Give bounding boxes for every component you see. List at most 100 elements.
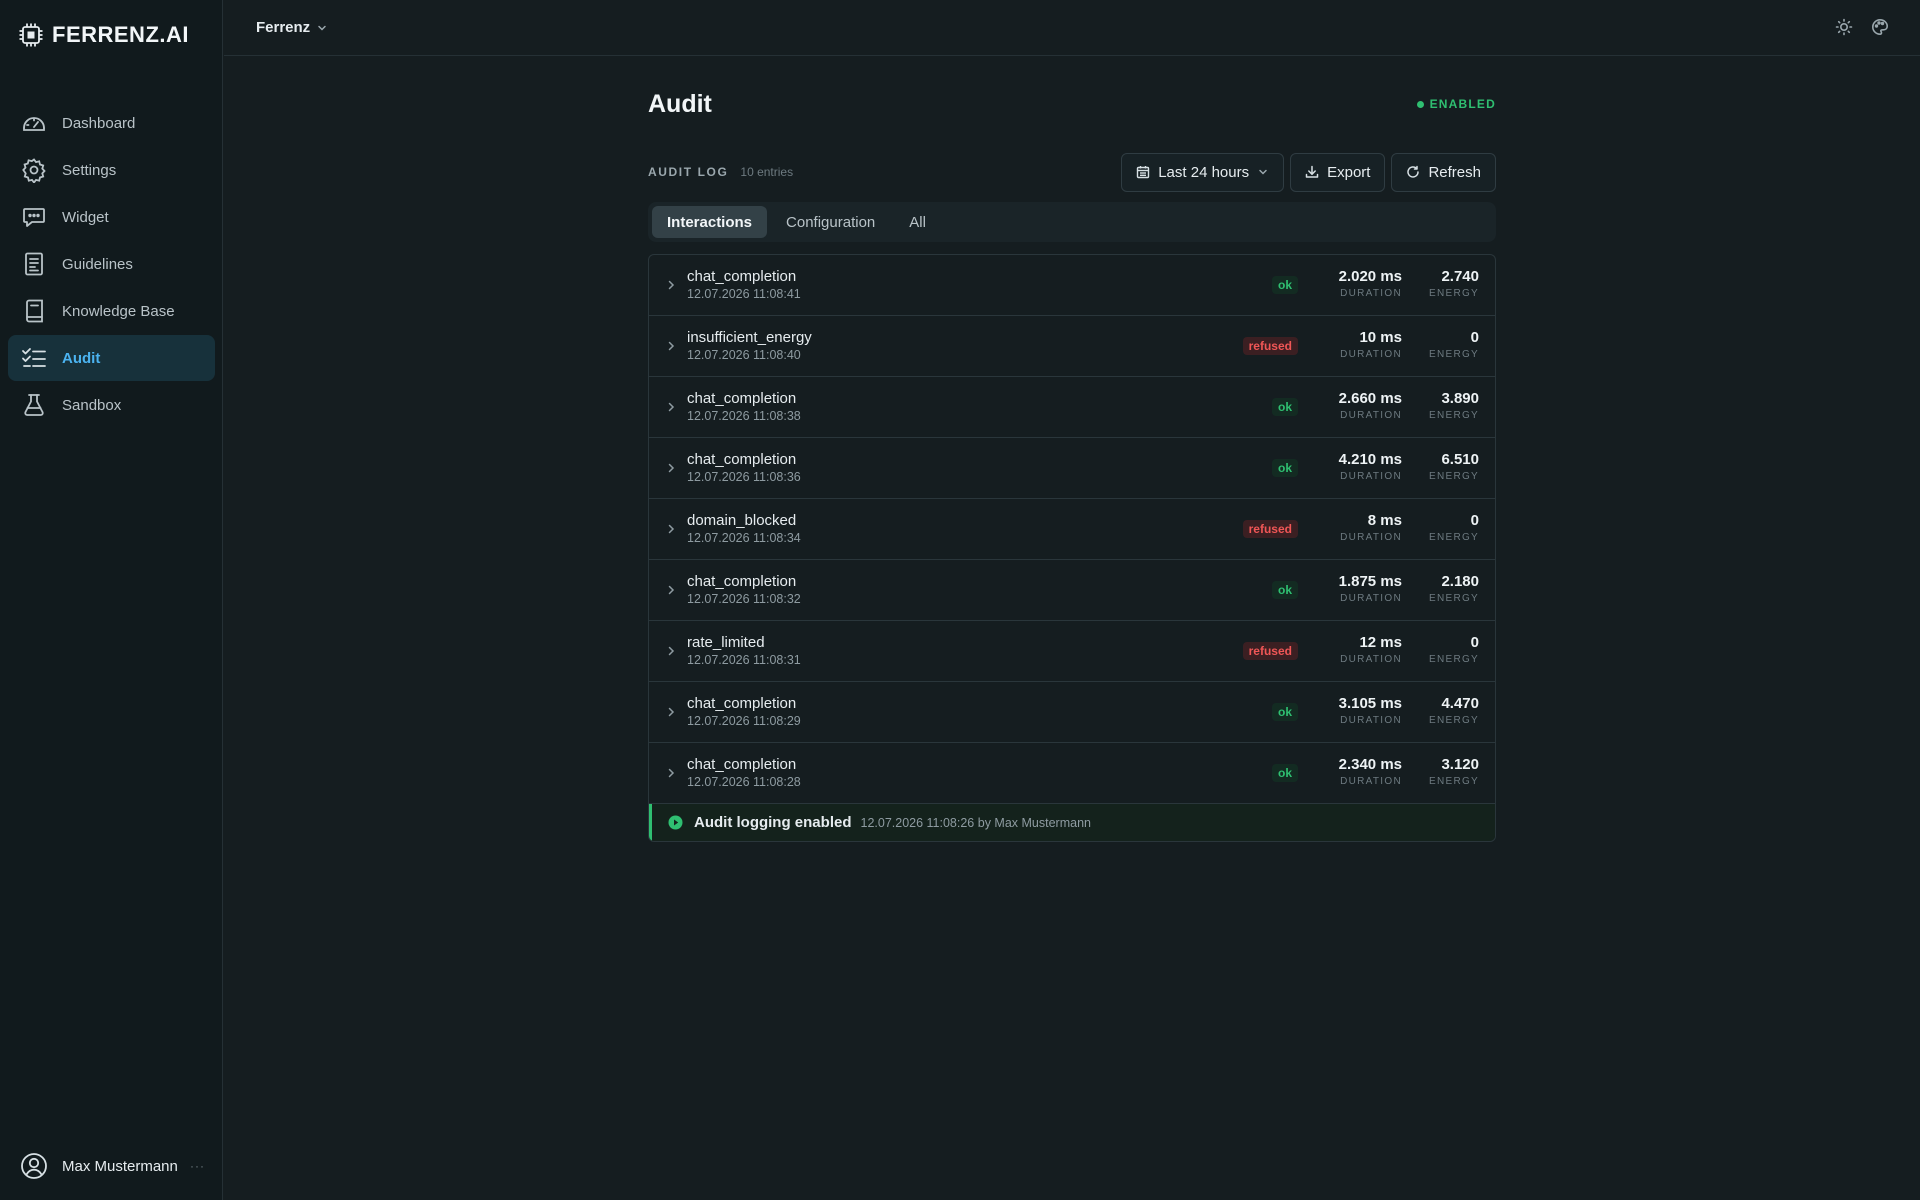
event-timestamp: 12.07.2026 11:08:40 [687,348,801,362]
palette-icon[interactable] [1870,17,1890,37]
energy-label: ENERGY [1429,776,1480,787]
log-tabs: Interactions Configuration All [648,202,1496,242]
status-badge: refused [1242,642,1298,660]
event-name: chat_completion [687,451,797,468]
duration-metric: 8 ms DURATION [1332,512,1402,546]
sidebar-item-widget[interactable]: Widget [8,194,215,240]
main-content: Audit ENABLED AUDIT LOG 10 entries Last … [648,88,1496,842]
energy-value: 2.740 [1441,268,1479,285]
status-badge: refused [1242,337,1298,355]
checklist-icon [20,344,48,372]
energy-label: ENERGY [1429,593,1480,604]
page-title: Audit [648,89,712,118]
chevron-down-icon [318,25,326,31]
chip-logo-icon [19,23,43,47]
event-name: rate_limited [687,634,765,651]
chevron-right-icon[interactable] [663,460,679,476]
chat-bubble-icon [20,203,48,231]
duration-label: DURATION [1340,532,1402,543]
sidebar-item-label: Knowledge Base [62,302,175,320]
tab-all[interactable]: All [894,206,941,238]
chevron-right-icon[interactable] [663,765,679,781]
entry-info: domain_blocked 12.07.2026 11:08:34 [687,512,1243,546]
table-row[interactable]: rate_limited 12.07.2026 11:08:31 refused 12… [649,621,1495,682]
status-badge: ok [1271,703,1298,721]
energy-value: 0 [1470,329,1479,346]
duration-label: DURATION [1340,593,1402,604]
chevron-right-icon[interactable] [663,338,679,354]
sun-icon[interactable] [1834,17,1854,37]
user-menu[interactable]: Max Mustermann ··· [20,1152,205,1180]
page-header: Audit ENABLED [648,88,1496,120]
audit-log-header: AUDIT LOG 10 entries Last 24 hours Expor… [648,152,1496,192]
chevron-right-icon[interactable] [663,521,679,537]
table-row[interactable]: domain_blocked 12.07.2026 11:08:34 refused… [649,499,1495,560]
table-row[interactable]: insufficient_energy 12.07.2026 11:08:40 re… [649,316,1495,377]
chevron-right-icon[interactable] [663,582,679,598]
chevron-right-icon[interactable] [663,277,679,293]
event-name: chat_completion [687,695,797,712]
sidebar-item-guidelines[interactable]: Guidelines [8,241,215,287]
table-row[interactable]: chat_completion 12.07.2026 11:08:28 ok 2.34… [649,743,1495,804]
brand[interactable]: FERRENZ.AI [18,22,189,48]
event-name: chat_completion [687,390,797,407]
duration-value: 4.210 ms [1338,451,1402,468]
duration-label: DURATION [1340,776,1402,787]
energy-metric: 3.890 ENERGY [1429,390,1479,424]
sidebar-item-knowledge-base[interactable]: Knowledge Base [8,288,215,334]
tab-configuration[interactable]: Configuration [771,206,890,238]
energy-label: ENERGY [1429,288,1480,299]
sidebar-item-settings[interactable]: Settings [8,147,215,193]
user-name: Max Mustermann [62,1157,178,1175]
table-row[interactable]: chat_completion 12.07.2026 11:08:41 ok 2.02… [649,255,1495,316]
energy-metric: 0 ENERGY [1429,329,1479,363]
table-row[interactable]: chat_completion 12.07.2026 11:08:36 ok 4.21… [649,438,1495,499]
audit-enabled-entry: Audit logging enabled 12.07.2026 11:08:2… [649,804,1495,841]
refresh-icon [1407,165,1420,178]
chevron-right-icon[interactable] [663,643,679,659]
sidebar-item-sandbox[interactable]: Sandbox [8,382,215,428]
duration-value: 2.340 ms [1338,756,1402,773]
status-badge: ENABLED [1416,97,1496,111]
sidebar-item-label: Settings [62,161,117,179]
more-options-icon[interactable]: ··· [190,1159,205,1173]
entry-info: rate_limited 12.07.2026 11:08:31 [687,634,1243,668]
status-badge: refused [1242,520,1298,538]
sidebar-item-audit[interactable]: Audit [8,335,215,381]
sidebar-nav: Dashboard Settings Widget Guidelines Kno… [8,100,215,429]
export-button[interactable]: Export [1290,152,1386,192]
status-badge: ok [1271,398,1298,416]
status-badge: ok [1271,764,1298,782]
energy-label: ENERGY [1429,532,1480,543]
refresh-label: Refresh [1428,163,1481,181]
entry-info: chat_completion 12.07.2026 11:08:32 [687,573,1272,607]
energy-label: ENERGY [1429,349,1480,360]
book-icon [20,297,48,325]
table-row[interactable]: chat_completion 12.07.2026 11:08:29 ok 3.10… [649,682,1495,743]
duration-metric: 1.875 ms DURATION [1332,573,1402,607]
table-row[interactable]: chat_completion 12.07.2026 11:08:32 ok 1.87… [649,560,1495,621]
chevron-right-icon[interactable] [663,704,679,720]
duration-value: 2.660 ms [1338,390,1402,407]
refresh-button[interactable]: Refresh [1391,152,1496,192]
event-timestamp: 12.07.2026 11:08:31 [687,653,801,667]
duration-value: 3.105 ms [1338,695,1402,712]
entry-info: chat_completion 12.07.2026 11:08:38 [687,390,1272,424]
chevron-right-icon[interactable] [663,399,679,415]
workspace-switcher[interactable]: Ferrenz [256,19,328,36]
duration-metric: 12 ms DURATION [1332,634,1402,668]
brand-name: FERRENZ.AI [52,22,189,47]
energy-value: 3.890 [1441,390,1479,407]
entry-count: 10 entries [740,165,794,179]
event-timestamp: 12.07.2026 11:08:29 [687,714,801,728]
event-timestamp: 12.07.2026 11:08:32 [687,592,801,606]
entry-info: chat_completion 12.07.2026 11:08:29 [687,695,1272,729]
tab-interactions[interactable]: Interactions [652,206,768,238]
duration-metric: 2.020 ms DURATION [1332,268,1402,302]
time-range-dropdown[interactable]: Last 24 hours [1121,152,1285,192]
audit-log-table: chat_completion 12.07.2026 11:08:41 ok 2.02… [648,254,1496,842]
table-row[interactable]: chat_completion 12.07.2026 11:08:38 ok 2.66… [649,377,1495,438]
sidebar-item-dashboard[interactable]: Dashboard [8,100,215,146]
sidebar-item-label: Sandbox [62,396,122,414]
energy-value: 0 [1470,634,1479,651]
